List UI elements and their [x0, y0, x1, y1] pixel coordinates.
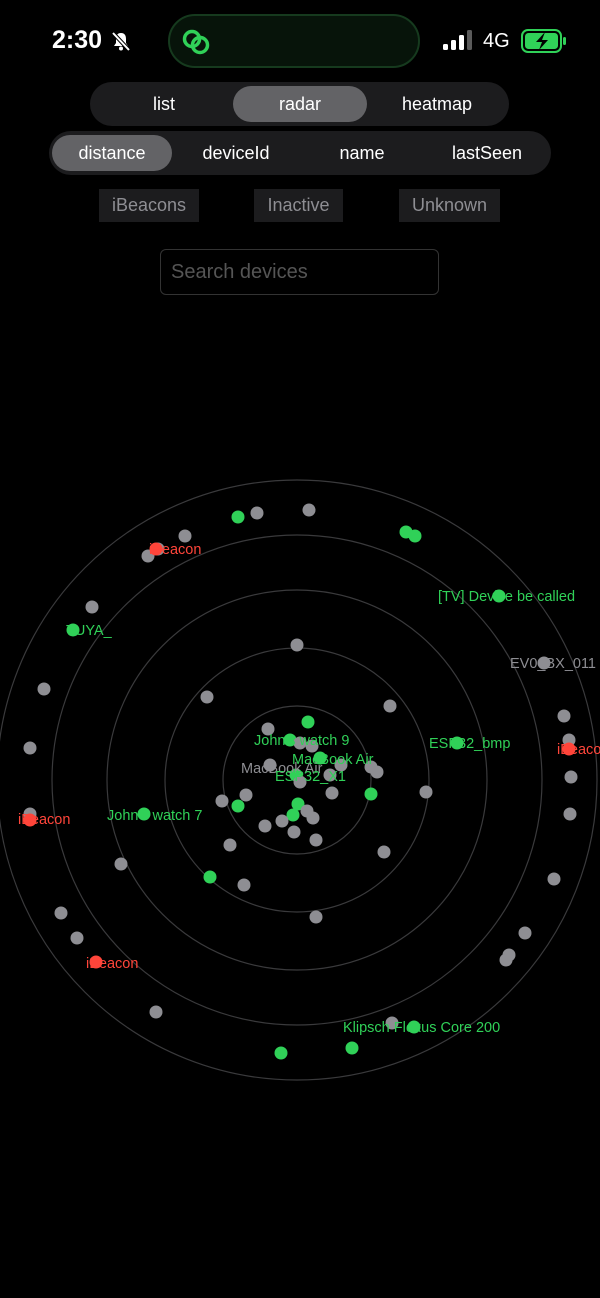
device-dot[interactable] — [203, 870, 217, 884]
device-dot[interactable] — [309, 910, 323, 924]
radar-view[interactable]: iBeacon TUYA_ [TV] Device be called EV0_BX_… — [0, 475, 600, 1095]
app-link-icon — [182, 29, 210, 55]
filter-unknown[interactable]: Unknown — [399, 189, 500, 222]
device-dot[interactable] — [231, 510, 245, 524]
network-type: 4G — [483, 30, 510, 52]
device-dot[interactable] — [290, 638, 304, 652]
device-labels: iBeacon TUYA_ [TV] Device be called EV0_BX_… — [18, 542, 600, 1036]
device-dot[interactable] — [54, 906, 68, 920]
device-dot[interactable] — [178, 529, 192, 543]
tab-radar[interactable]: radar — [233, 86, 367, 122]
device-dot[interactable] — [499, 953, 513, 967]
device-dot[interactable] — [377, 845, 391, 859]
device-dot[interactable] — [383, 699, 397, 713]
device-dot[interactable] — [274, 1046, 288, 1060]
device-dot[interactable] — [237, 878, 251, 892]
device-dot[interactable] — [85, 600, 99, 614]
battery-charging-icon — [521, 29, 566, 53]
device-label: [TV] Device be called — [438, 589, 575, 605]
device-label: ESP32_X1 — [275, 769, 346, 785]
device-label: EV0_BX_011 — [510, 656, 596, 672]
device-label: iBeacon — [149, 542, 201, 558]
device-label: TUYA_ — [66, 623, 113, 639]
device-label: iBeacon — [18, 812, 70, 828]
sort-device-id[interactable]: deviceId — [175, 135, 297, 171]
device-dot[interactable] — [557, 709, 571, 723]
sort-distance[interactable]: distance — [52, 135, 172, 171]
device-label: John's watch 9 — [254, 733, 349, 749]
device-dot[interactable] — [408, 529, 422, 543]
device-dot[interactable] — [223, 838, 237, 852]
device-dot[interactable] — [239, 788, 253, 802]
device-label: Klipsch Flexus Core 200 — [343, 1020, 500, 1036]
device-label: John's watch 7 — [107, 808, 202, 824]
device-dot[interactable] — [345, 1041, 359, 1055]
device-dot[interactable] — [114, 857, 128, 871]
device-dot[interactable] — [200, 690, 214, 704]
sort-segmented-control: distance deviceId name lastSeen — [49, 131, 551, 175]
status-time: 2:30 — [52, 26, 103, 54]
device-dot[interactable] — [563, 807, 577, 821]
device-dot[interactable] — [325, 786, 339, 800]
device-dot[interactable] — [37, 682, 51, 696]
dynamic-island[interactable] — [168, 14, 420, 68]
device-label: iBeacon — [86, 956, 138, 972]
tab-heatmap[interactable]: heatmap — [369, 86, 505, 122]
device-dot[interactable] — [250, 506, 264, 520]
device-dot[interactable] — [70, 931, 84, 945]
tab-list[interactable]: list — [94, 86, 234, 122]
device-dot[interactable] — [286, 808, 300, 822]
device-dot[interactable] — [547, 872, 561, 886]
device-dot[interactable] — [518, 926, 532, 940]
filter-ibeacons[interactable]: iBeacons — [99, 189, 199, 222]
device-dot[interactable] — [364, 787, 378, 801]
device-dot[interactable] — [215, 794, 229, 808]
device-dot[interactable] — [309, 833, 323, 847]
device-dot[interactable] — [275, 814, 289, 828]
device-dot[interactable] — [306, 811, 320, 825]
device-dot[interactable] — [23, 741, 37, 755]
filter-inactive[interactable]: Inactive — [254, 189, 343, 222]
device-dot[interactable] — [302, 503, 316, 517]
device-dot[interactable] — [287, 825, 301, 839]
device-dot[interactable] — [231, 799, 245, 813]
device-label: iBeacon — [557, 742, 600, 758]
bell-muted-icon — [111, 31, 131, 52]
device-dot[interactable] — [258, 819, 272, 833]
device-label: ESP32_bmp — [429, 736, 510, 752]
device-dot[interactable] — [564, 770, 578, 784]
sort-name[interactable]: name — [301, 135, 423, 171]
search-input[interactable] — [160, 249, 439, 295]
view-segmented-control: list radar heatmap — [90, 82, 509, 126]
device-dot[interactable] — [419, 785, 433, 799]
device-dot[interactable] — [301, 715, 315, 729]
cellular-signal-icon — [443, 30, 472, 50]
sort-last-seen[interactable]: lastSeen — [427, 135, 547, 171]
device-dot[interactable] — [149, 1005, 163, 1019]
